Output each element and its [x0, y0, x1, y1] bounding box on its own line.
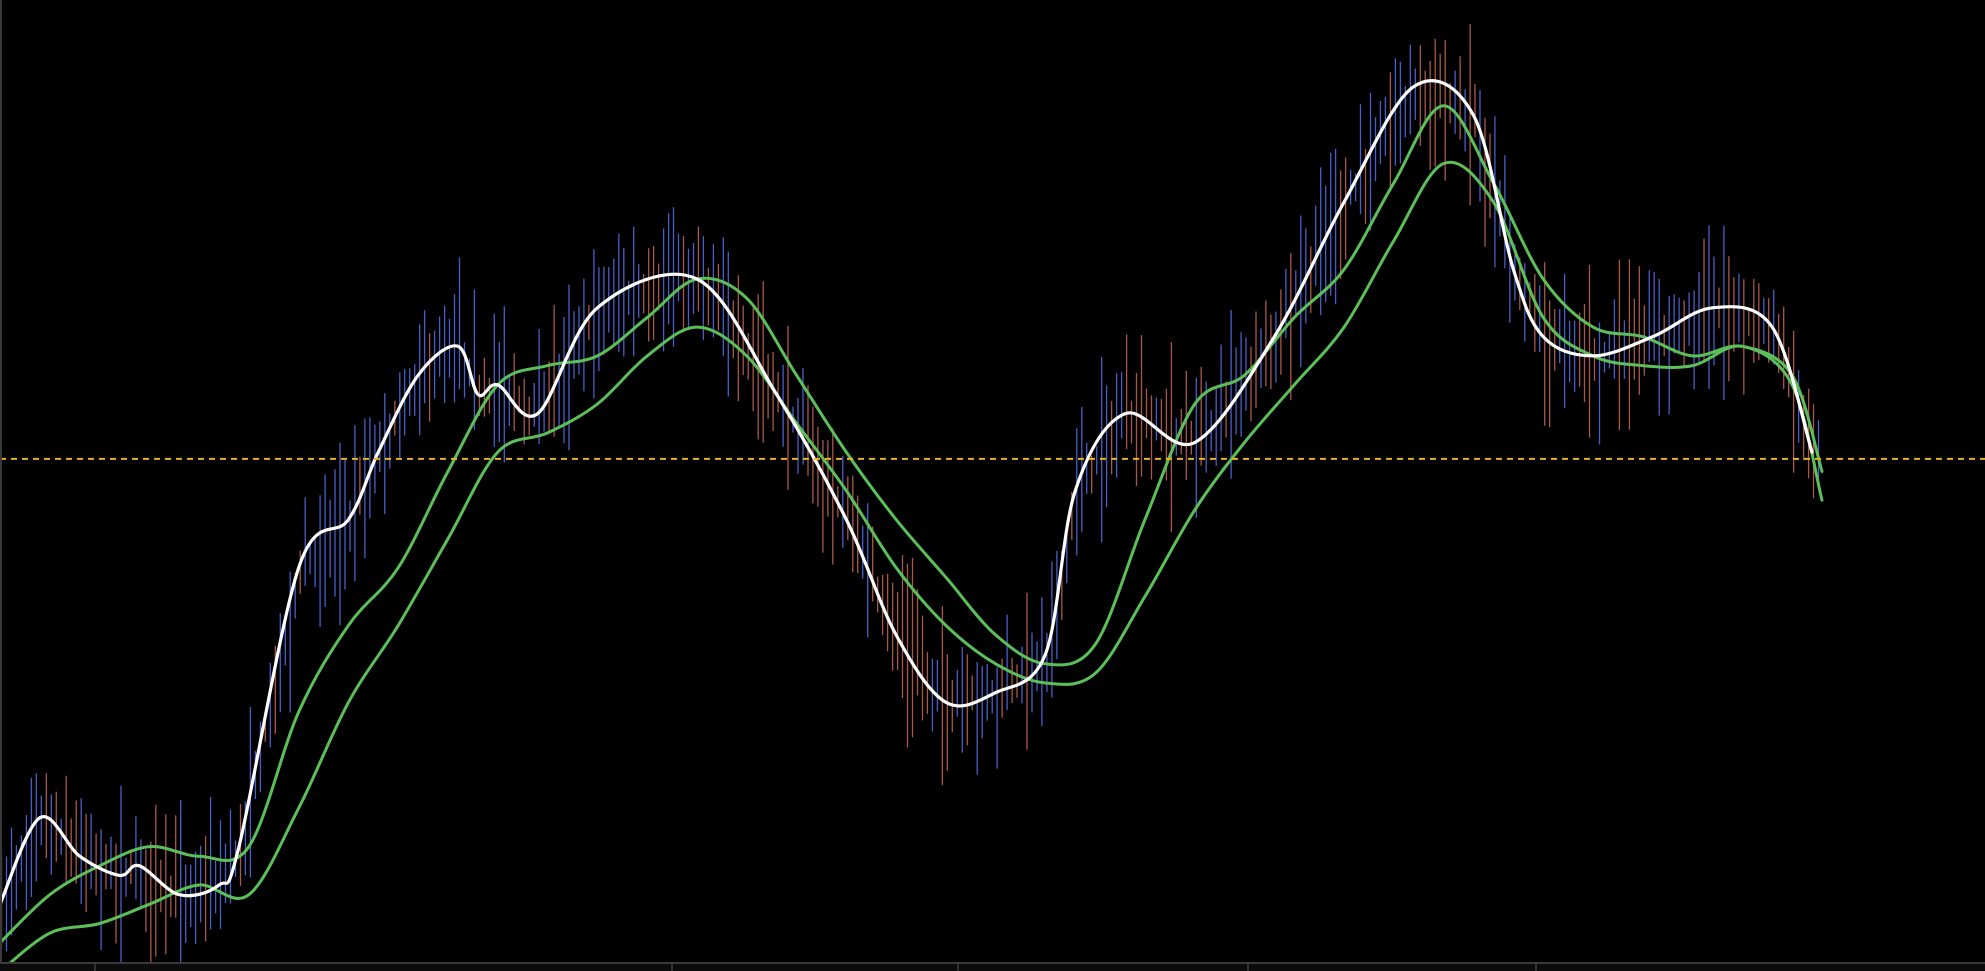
chart-canvas [0, 0, 1985, 971]
chart-background [0, 0, 1985, 971]
price-chart [0, 0, 1985, 971]
